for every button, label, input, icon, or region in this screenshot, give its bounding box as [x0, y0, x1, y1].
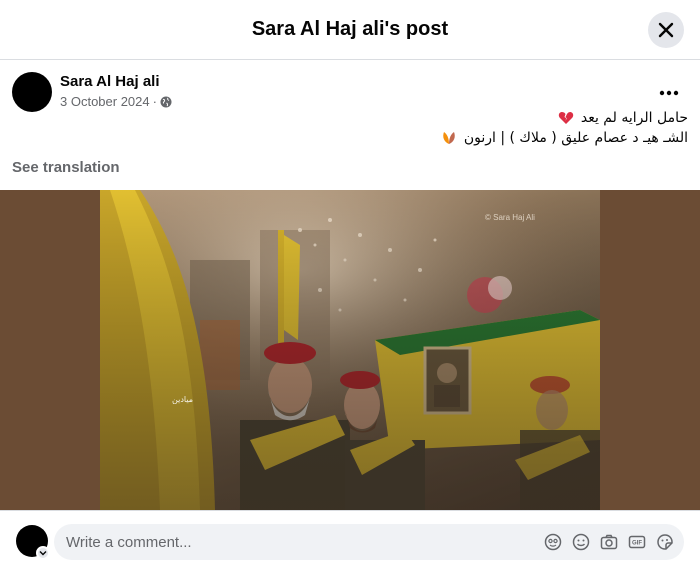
post-meta: 3 October 2024 · — [60, 94, 172, 109]
post-text-line-2: الشـ هيـ د عصام عليق ( ملاك ) | ارنون — [28, 128, 688, 148]
gif-button[interactable]: GIF — [626, 531, 648, 553]
post-photo[interactable]: © Sara Haj Ali ميادين — [100, 190, 600, 510]
avatar-sticker-button[interactable] — [542, 531, 564, 553]
camera-button[interactable] — [598, 531, 620, 553]
globe-icon[interactable] — [160, 96, 172, 108]
post-text-line-1-content: حامل الرايه لم يعد — [580, 110, 688, 126]
gif-icon: GIF — [628, 535, 646, 549]
close-button[interactable] — [648, 12, 684, 48]
close-icon — [658, 22, 674, 38]
comment-input[interactable] — [66, 533, 526, 551]
leaves-icon — [443, 132, 456, 144]
svg-text:GIF: GIF — [632, 541, 642, 547]
avatar-sticker-icon — [544, 533, 562, 551]
sticker-button[interactable] — [654, 531, 676, 553]
author-avatar[interactable] — [12, 72, 52, 112]
post-text-line-2-content: الشـ هيـ د عصام عليق ( ملاك ) | ارنون — [463, 130, 688, 146]
emoji-button[interactable] — [570, 531, 592, 553]
sticker-icon — [657, 534, 673, 550]
meta-separator: · — [152, 94, 157, 109]
profile-switch-badge[interactable] — [36, 546, 50, 560]
comment-composer: GIF — [0, 510, 700, 577]
author-name[interactable]: Sara Al Haj ali — [60, 73, 160, 90]
dialog-title: Sara Al Haj ali's post — [251, 18, 449, 40]
emoji-icon — [572, 533, 590, 551]
camera-icon — [600, 534, 618, 550]
media-badge: ميادين — [172, 395, 193, 404]
chevron-down-icon — [39, 551, 47, 556]
post-text: حامل الرايه لم يعد الشـ هيـ د عصام عليق … — [28, 108, 688, 148]
more-horizontal-icon — [659, 90, 679, 96]
photo-illustration: © Sara Haj Ali ميادين — [100, 190, 600, 510]
post-text-line-1: حامل الرايه لم يعد — [28, 108, 688, 128]
see-translation-link[interactable]: See translation — [12, 159, 120, 176]
post-date[interactable]: 3 October 2024 — [60, 94, 150, 109]
broken-heart-icon — [559, 111, 574, 124]
comment-box[interactable]: GIF — [54, 524, 684, 560]
media-watermark: © Sara Haj Ali — [485, 213, 535, 222]
post-media[interactable]: © Sara Haj Ali ميادين — [0, 190, 700, 510]
dialog-header: Sara Al Haj ali's post — [0, 0, 700, 60]
comment-tools: GIF — [542, 531, 676, 553]
more-options-button[interactable] — [654, 78, 684, 108]
